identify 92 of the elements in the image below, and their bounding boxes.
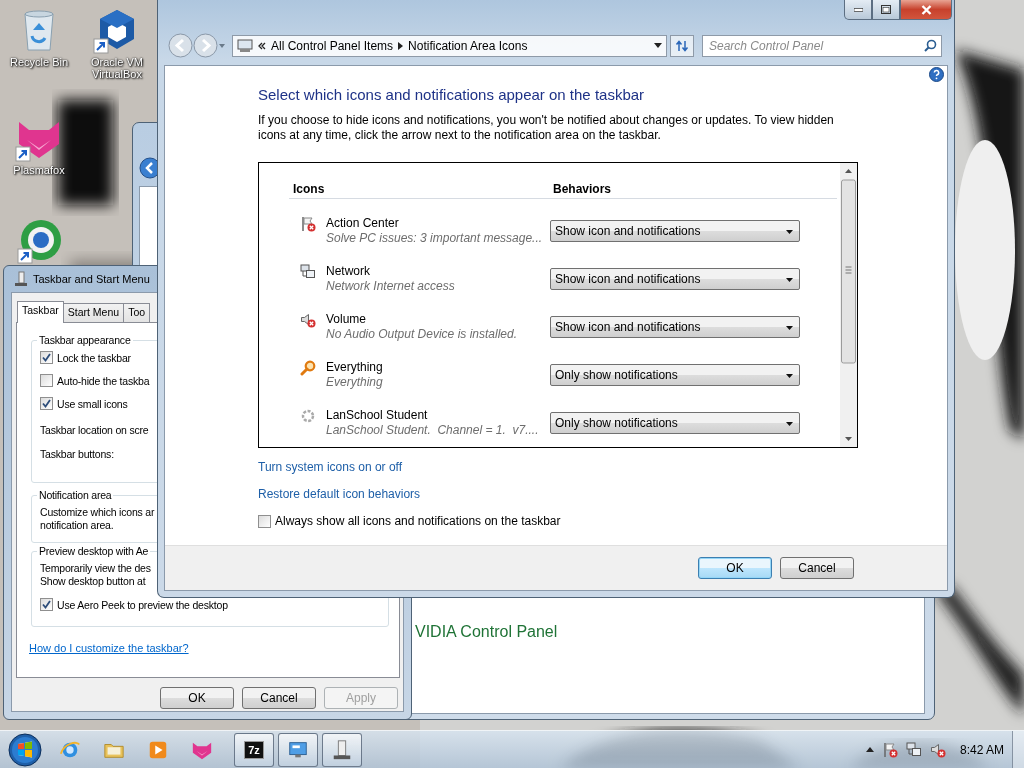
description-text: Temporarily view the des xyxy=(40,562,151,575)
breadcrumb[interactable]: Notification Area Icons xyxy=(408,38,528,53)
behavior-dropdown[interactable]: Show icon and notifications xyxy=(550,268,800,290)
help-icon[interactable] xyxy=(929,67,944,82)
field-label: Taskbar buttons: xyxy=(40,448,114,460)
forward-icon[interactable] xyxy=(193,33,218,58)
caret-icon xyxy=(786,326,793,330)
taskbar-button[interactable] xyxy=(278,732,318,767)
settings-link[interactable]: Restore default icon behaviors xyxy=(258,487,421,501)
description-text: notification area. xyxy=(40,519,114,532)
taskbar-button[interactable] xyxy=(322,732,362,767)
network-icon xyxy=(300,264,316,280)
description-text: Customize which icons ar xyxy=(40,506,155,519)
checkbox[interactable] xyxy=(40,374,53,387)
help-link[interactable]: How do I customize the taskbar? xyxy=(29,642,189,654)
window-title: Taskbar and Start Menu xyxy=(33,273,150,285)
tab[interactable]: Taskbar xyxy=(17,301,64,323)
icon-label: Oracle VM VirtualBox xyxy=(90,56,144,80)
computer-icon xyxy=(237,38,253,53)
dialog-button[interactable]: Cancel xyxy=(780,557,854,579)
checkbox-label[interactable]: Auto-hide the taskba xyxy=(57,374,150,387)
page-heading: VIDIA Control Panel xyxy=(415,623,558,641)
checkbox-label[interactable]: Use Aero Peek to preview the desktop xyxy=(57,598,228,611)
taskbar-button[interactable]: 7z xyxy=(234,732,274,767)
double-chevron-icon xyxy=(258,41,266,50)
checkbox[interactable] xyxy=(40,598,53,611)
close-icon xyxy=(920,4,932,15)
group-title: Taskbar appearance xyxy=(38,334,132,346)
dialog-button[interactable]: Cancel xyxy=(242,687,316,709)
address-bar[interactable]: All Control Panel Items Notification Area Icons xyxy=(232,34,667,57)
column-header: Behaviors xyxy=(553,181,612,196)
item-description: Network Internet access xyxy=(326,279,456,294)
caret-icon xyxy=(786,422,793,426)
maximize-button[interactable] xyxy=(872,0,900,20)
checkbox[interactable] xyxy=(40,351,53,364)
speaker-icon[interactable] xyxy=(929,741,946,758)
item-description: LanSchool Student. Channel = 1. v7.... xyxy=(326,423,540,438)
caret-icon xyxy=(786,278,793,282)
behavior-dropdown[interactable]: Only show notifications xyxy=(550,412,800,434)
group-title: Notification area xyxy=(38,489,113,501)
item-description: No Audio Output Device is installed. xyxy=(326,327,518,342)
item-name: Network xyxy=(326,264,371,279)
behavior-dropdown[interactable]: Show icon and notifications xyxy=(550,220,800,242)
item-name: Action Center xyxy=(326,216,400,231)
settings-link[interactable]: Turn system icons on or off xyxy=(258,460,403,474)
checkbox-label[interactable]: Always show all icons and notifications on the taskbar xyxy=(275,514,561,528)
behavior-dropdown[interactable]: Show icon and notifications xyxy=(550,316,800,338)
field-label: Taskbar location on scre xyxy=(40,424,149,436)
column-header: Icons xyxy=(293,181,326,196)
breadcrumb[interactable]: All Control Panel Items xyxy=(271,38,394,53)
item-description: Solve PC issues: 3 important message... xyxy=(326,231,544,246)
caret-icon xyxy=(786,374,793,378)
up-arrow-icon[interactable] xyxy=(865,747,874,752)
clock[interactable]: 8:42 AM xyxy=(959,742,1004,757)
group-title: Preview desktop with Ae xyxy=(38,545,150,557)
flag-icon[interactable] xyxy=(881,741,898,758)
speaker-icon xyxy=(300,312,316,328)
scrollbar[interactable] xyxy=(840,163,857,447)
minimize-icon xyxy=(853,7,863,12)
dialog-button[interactable]: OK xyxy=(160,687,234,709)
window-icon xyxy=(331,738,353,761)
behavior-dropdown[interactable]: Only show notifications xyxy=(550,364,800,386)
checkbox-label[interactable]: Lock the taskbar xyxy=(57,351,131,364)
minimize-button[interactable] xyxy=(844,0,872,20)
window-icon xyxy=(14,271,28,287)
arrow-icon xyxy=(398,41,404,50)
magnifier-icon xyxy=(300,360,316,376)
item-name: Everything xyxy=(326,360,384,375)
maximize-icon xyxy=(881,5,891,14)
page-heading: Select which icons and notifications appear on the taskbar xyxy=(258,86,645,103)
description-text: If you choose to hide icons and notifications, you won't be notified about changes or updates. To view hidden icons at any time, click the arrow next to the notification area on the taskbar. xyxy=(258,113,835,143)
tab[interactable]: Too xyxy=(123,303,151,322)
close-button[interactable] xyxy=(900,0,952,20)
item-name: LanSchool Student xyxy=(326,408,429,423)
checkbox[interactable] xyxy=(258,514,271,528)
item-name: Volume xyxy=(326,312,368,327)
checkbox[interactable] xyxy=(40,397,53,410)
caret-icon[interactable] xyxy=(654,43,662,48)
tab[interactable]: Start Menu xyxy=(62,303,125,322)
ring-icon xyxy=(300,408,316,424)
caret-icon xyxy=(786,230,793,234)
description-text: Show desktop button at xyxy=(40,575,146,588)
network-icon[interactable] xyxy=(905,741,922,758)
item-description: Everything xyxy=(326,375,384,390)
checkbox-label[interactable]: Use small icons xyxy=(57,397,128,410)
refresh-icon xyxy=(675,38,689,53)
show-desktop-button[interactable] xyxy=(1012,731,1024,768)
search-field[interactable]: Search Control Panel xyxy=(702,34,942,57)
refresh-button[interactable] xyxy=(670,34,694,57)
flag-icon xyxy=(300,216,316,232)
dialog-button[interactable]: OK xyxy=(698,557,772,579)
icon-label: Recycle Bin xyxy=(9,56,69,68)
